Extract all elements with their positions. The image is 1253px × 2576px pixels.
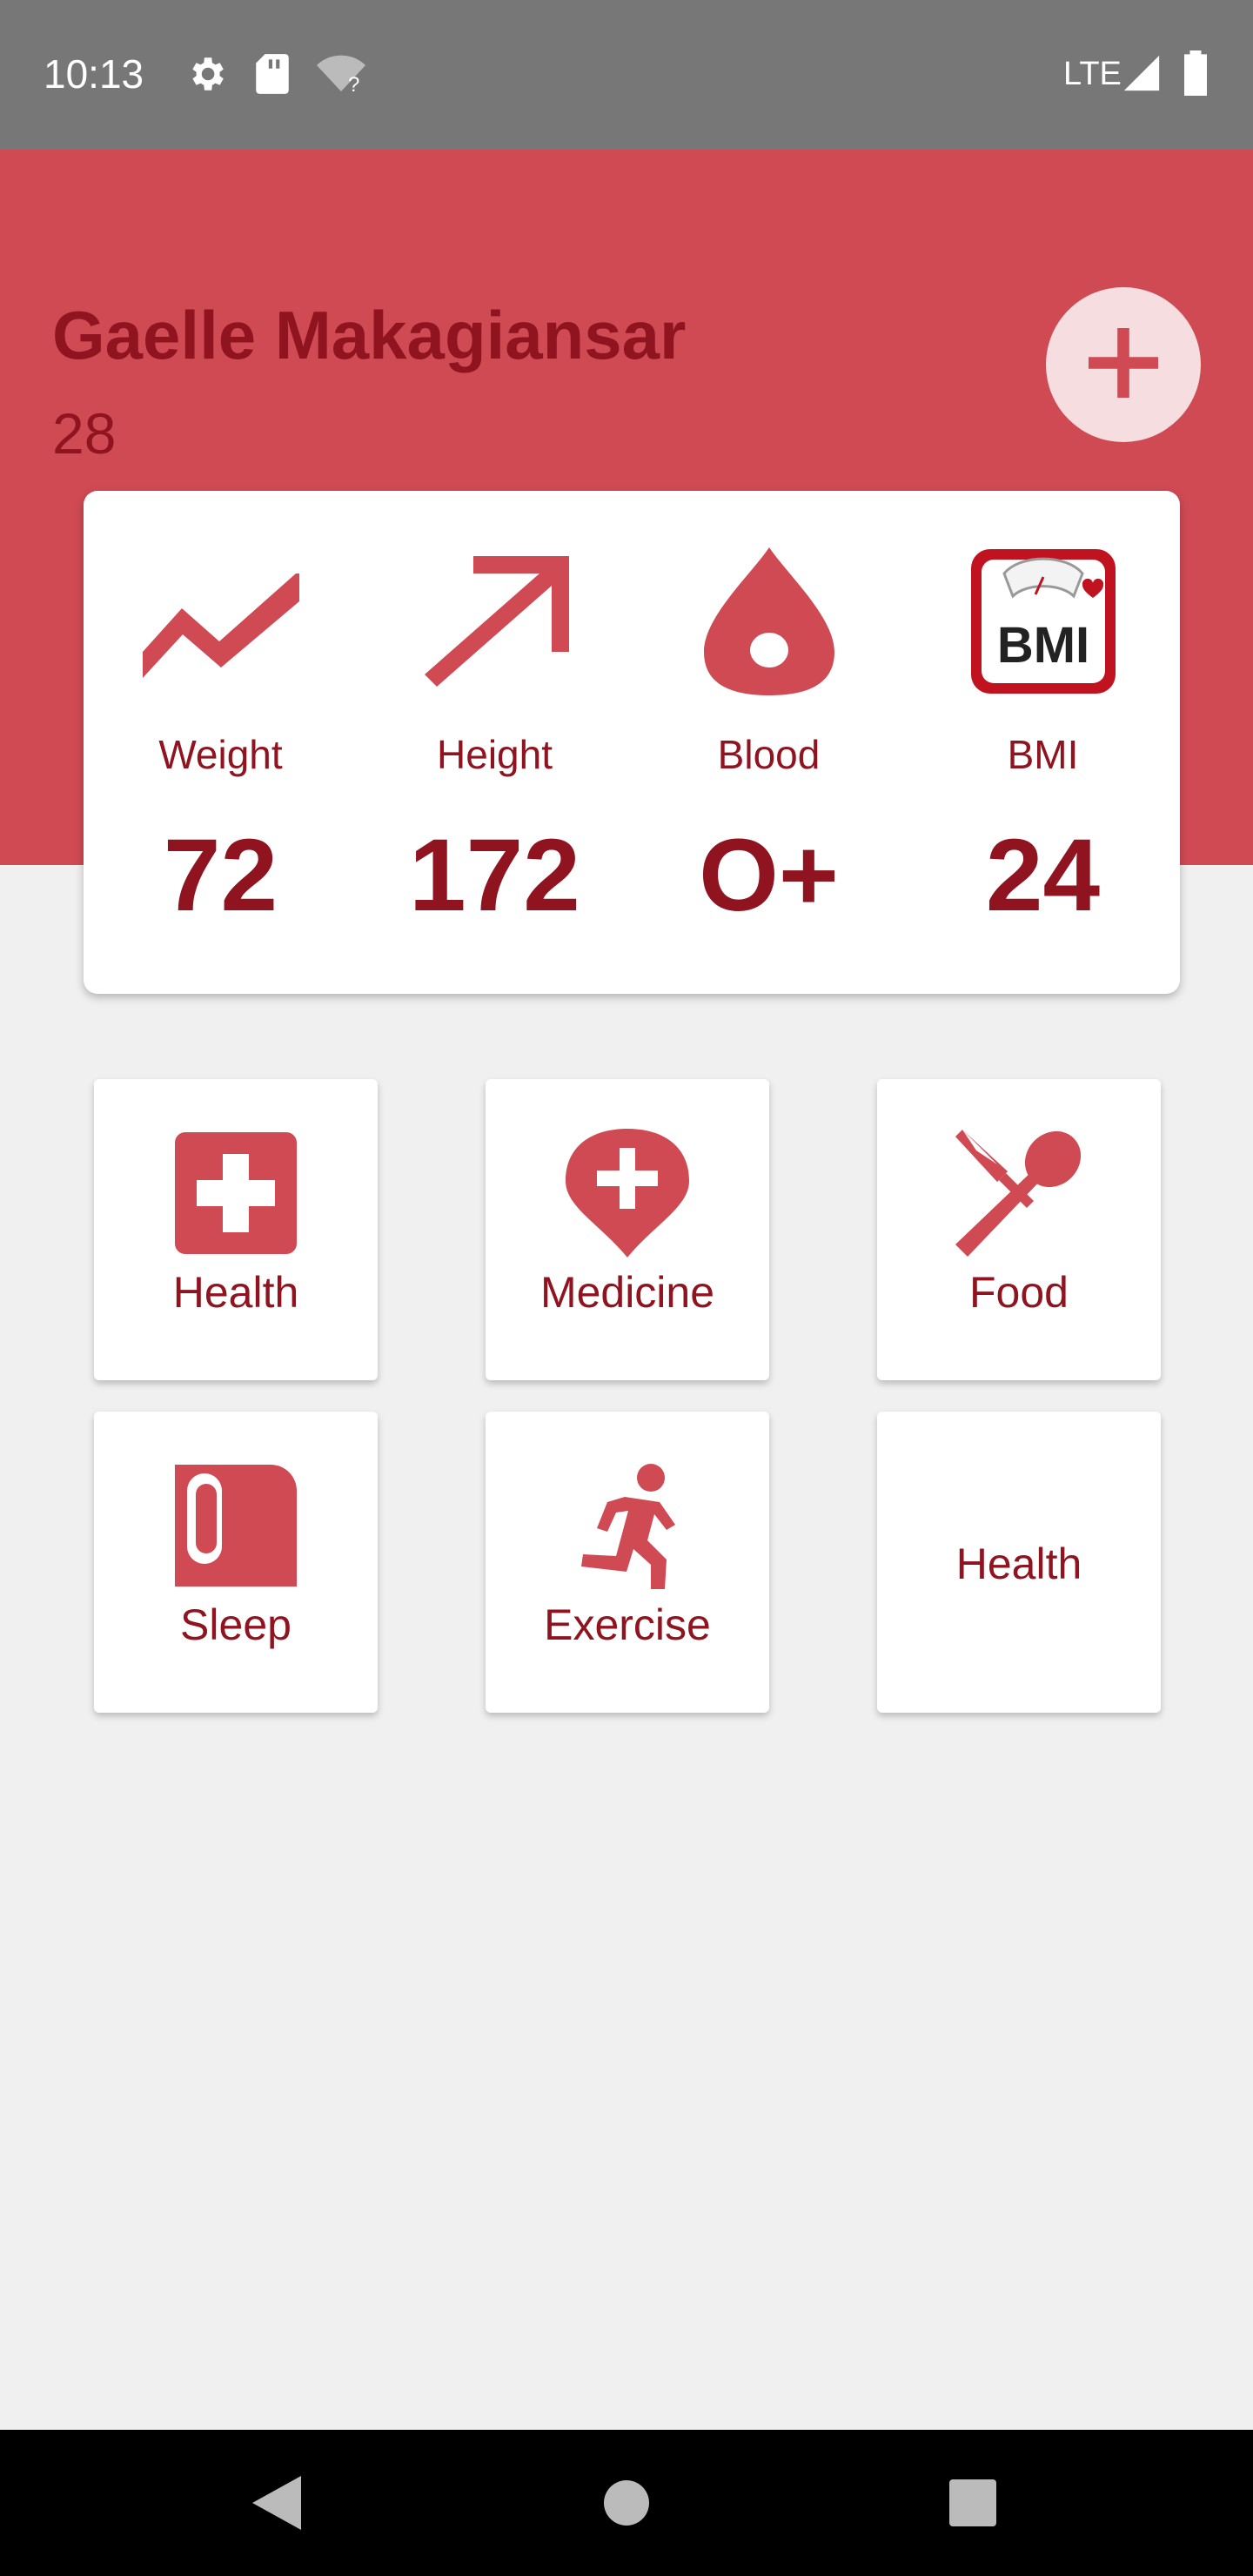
profile-age: 28 <box>52 401 117 466</box>
tile-label: Health <box>955 1540 1082 1588</box>
stat-label: BMI <box>1007 732 1079 777</box>
recents-icon[interactable] <box>938 2468 1008 2538</box>
tile-sleep[interactable]: Sleep <box>94 1412 378 1713</box>
stat-value: 72 <box>163 818 278 933</box>
tile-label: Medicine <box>539 1268 715 1317</box>
sleep-icon <box>171 1460 301 1591</box>
fork-spoon-icon <box>954 1128 1084 1258</box>
profile-name: Gaelle Makagiansar <box>52 297 687 373</box>
stats-card: Weight 72 Height 172 Blood O+ BMI BMI 24 <box>84 491 1180 994</box>
blood-drop-icon <box>691 543 848 700</box>
battery-icon <box>1182 50 1209 100</box>
navigation-bar <box>0 2430 1253 2576</box>
stat-label: Height <box>437 732 553 777</box>
tile-health-2[interactable]: Health <box>877 1412 1161 1713</box>
stat-value: O+ <box>699 818 839 933</box>
tile-label: Exercise <box>544 1600 711 1649</box>
running-icon <box>562 1460 693 1591</box>
medicine-pin-icon <box>562 1128 693 1258</box>
wifi-unknown-icon: ? <box>315 52 367 100</box>
tile-food[interactable]: Food <box>877 1079 1161 1380</box>
tile-medicine[interactable]: Medicine <box>486 1079 769 1380</box>
stat-height[interactable]: Height 172 <box>358 491 632 994</box>
tile-exercise[interactable]: Exercise <box>486 1412 769 1713</box>
stat-value: 24 <box>985 818 1101 933</box>
gear-icon <box>184 52 228 100</box>
back-icon[interactable] <box>242 2468 312 2538</box>
status-time: 10:13 <box>44 51 144 97</box>
network-type: LTE <box>1063 56 1122 92</box>
tile-label: Food <box>969 1268 1069 1317</box>
stat-label: Weight <box>158 732 283 777</box>
stat-label: Blood <box>717 732 821 777</box>
bmi-scale-icon: BMI <box>965 543 1122 700</box>
stat-blood[interactable]: Blood O+ <box>632 491 906 994</box>
trend-line-icon <box>142 543 299 700</box>
plus-icon <box>1082 321 1165 409</box>
home-icon[interactable] <box>592 2468 661 2538</box>
signal-icon <box>1122 54 1161 97</box>
stat-value: 172 <box>409 818 580 933</box>
stat-bmi[interactable]: BMI BMI 24 <box>906 491 1180 994</box>
status-bar: 10:13 ? LTE <box>0 0 1253 150</box>
tile-health[interactable]: Health <box>94 1079 378 1380</box>
add-button[interactable] <box>1046 287 1201 442</box>
tile-label: Sleep <box>180 1600 291 1649</box>
tile-label: Health <box>172 1268 299 1317</box>
svg-text:?: ? <box>348 73 359 96</box>
svg-text:BMI: BMI <box>996 617 1089 674</box>
stat-weight[interactable]: Weight 72 <box>84 491 358 994</box>
arrow-up-right-icon <box>417 543 573 700</box>
sd-card-icon <box>252 52 292 100</box>
health-cross-icon <box>171 1128 301 1258</box>
